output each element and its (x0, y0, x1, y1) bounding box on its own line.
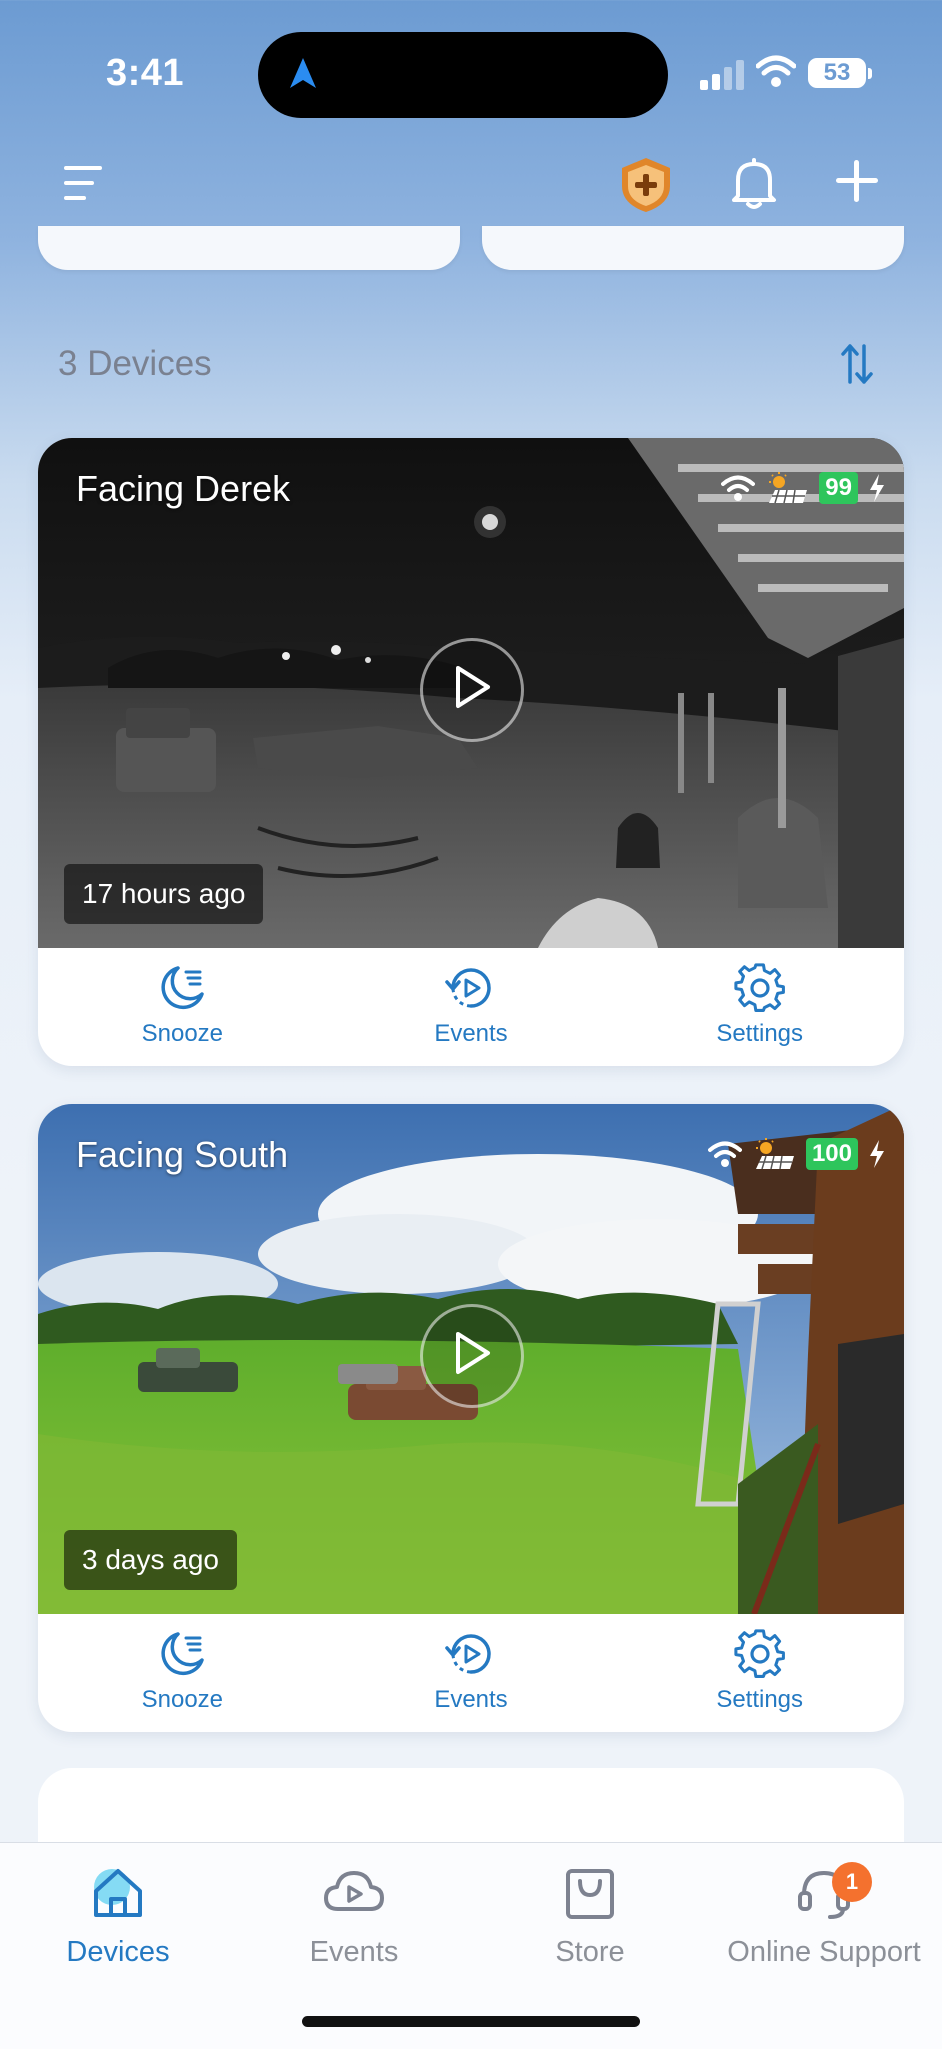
device-card: Facing South 100 3 days ago Snooze Event… (38, 1104, 904, 1732)
location-arrow-icon (290, 58, 316, 88)
play-icon (456, 1332, 490, 1374)
wifi-icon (756, 55, 796, 87)
charging-icon (870, 474, 884, 502)
battery-indicator: 53 (808, 58, 866, 88)
shopping-bag-icon (566, 1869, 614, 1919)
snooze-button[interactable]: Snooze (38, 1614, 327, 1732)
home-indicator (302, 2016, 640, 2027)
camera-preview[interactable]: Facing Derek 99 17 hours ago (38, 438, 904, 948)
bell-icon[interactable] (730, 156, 778, 210)
play-icon (456, 666, 490, 708)
battery-nub (868, 68, 872, 79)
summary-card-right[interactable] (482, 226, 904, 270)
menu-icon[interactable] (64, 164, 104, 204)
last-event-time: 3 days ago (64, 1530, 237, 1590)
gear-icon (734, 963, 785, 1012)
camera-preview[interactable]: Facing South 100 3 days ago (38, 1104, 904, 1614)
wifi-icon (721, 475, 756, 501)
sort-icon[interactable] (840, 342, 874, 386)
shield-plus-icon[interactable] (618, 156, 674, 214)
camera-status: 100 (707, 1138, 886, 1170)
status-time: 3:41 (106, 52, 185, 94)
tab-store[interactable]: Store (472, 1863, 708, 1969)
tab-online-support[interactable]: Online Support (706, 1863, 942, 1969)
camera-name: Facing South (76, 1134, 289, 1175)
battery-level: 100 (805, 1138, 858, 1170)
solar-panel-icon (755, 1138, 794, 1170)
last-event-time: 17 hours ago (64, 864, 264, 924)
add-device-icon[interactable] (834, 158, 880, 204)
events-button[interactable]: Events (327, 1614, 616, 1732)
tab-events[interactable]: Events (236, 1863, 472, 1969)
home-icon (94, 1869, 142, 1917)
charging-icon (870, 1140, 884, 1168)
camera-name: Facing Derek (76, 468, 291, 509)
camera-status: 99 (721, 472, 886, 504)
support-notification-badge: 1 (832, 1862, 872, 1902)
events-button[interactable]: Events (327, 948, 616, 1066)
snooze-button[interactable]: Snooze (38, 948, 327, 1066)
devices-count-label: 3 Devices (58, 344, 212, 383)
events-replay-icon (445, 968, 491, 1008)
settings-button[interactable]: Settings (615, 1614, 904, 1732)
solar-panel-icon (769, 472, 808, 504)
settings-button[interactable]: Settings (615, 948, 904, 1066)
summary-card-left[interactable] (38, 226, 460, 270)
snooze-moon-icon (161, 966, 205, 1010)
cellular-signal-icon (700, 60, 744, 90)
snooze-moon-icon (161, 1632, 205, 1676)
events-replay-icon (445, 1634, 491, 1674)
tab-devices[interactable]: Devices (0, 1863, 236, 1969)
wifi-icon (707, 1141, 742, 1167)
dynamic-island (258, 32, 668, 118)
device-card: Facing Derek 99 17 hours ago Snooze Even… (38, 438, 904, 1066)
card-actions: Snooze Events Settings (38, 948, 904, 1066)
play-button[interactable] (420, 638, 524, 742)
play-button[interactable] (420, 1304, 524, 1408)
battery-level: 99 (819, 472, 858, 504)
gear-icon (734, 1629, 785, 1678)
card-actions: Snooze Events Settings (38, 1614, 904, 1732)
cloud-play-icon (324, 1871, 384, 1911)
